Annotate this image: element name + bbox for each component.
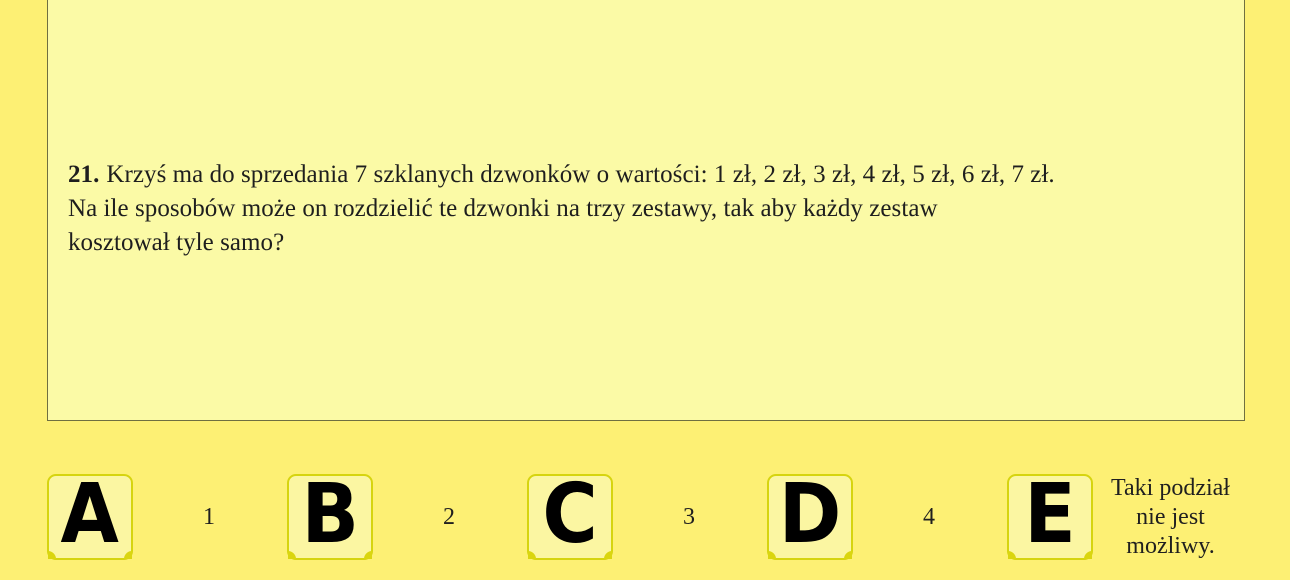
question-line-1: 21. Krzyś ma do sprzedania 7 szklanych dz… bbox=[68, 158, 1238, 192]
answer-text-c: 3 bbox=[683, 504, 695, 530]
answer-letter-b: B bbox=[301, 467, 359, 562]
answer-option-b[interactable]: B bbox=[287, 474, 373, 560]
answer-button-a[interactable]: A bbox=[47, 474, 133, 560]
answer-text-a: 1 bbox=[203, 504, 215, 530]
answer-option-e[interactable]: E bbox=[1007, 474, 1093, 560]
answer-option-c[interactable]: C bbox=[527, 474, 613, 560]
question-panel: 21. Krzyś ma do sprzedania 7 szklanych dz… bbox=[47, 0, 1245, 421]
question-line-2: Na ile sposobów może on rozdzielić te dz… bbox=[68, 195, 938, 222]
answer-text-e-line-2: nie jest bbox=[1136, 504, 1205, 530]
answer-option-a[interactable]: A bbox=[47, 474, 133, 560]
answer-option-d[interactable]: D bbox=[767, 474, 853, 560]
answer-button-b[interactable]: B bbox=[287, 474, 373, 560]
question-number: 21. bbox=[68, 161, 100, 188]
answer-button-d[interactable]: D bbox=[767, 474, 853, 560]
answer-text-e-line-1: Taki podział bbox=[1111, 475, 1230, 501]
answer-text-d: 4 bbox=[923, 504, 935, 530]
question-line-3: kosztował tyle samo? bbox=[68, 229, 285, 256]
answer-letter-e: E bbox=[1024, 467, 1076, 562]
answer-text-e-line-3: możliwy. bbox=[1126, 533, 1215, 559]
answer-text-e: Taki podział nie jest możliwy. bbox=[1094, 474, 1247, 561]
answer-text-b: 2 bbox=[443, 504, 455, 530]
answer-button-c[interactable]: C bbox=[527, 474, 613, 560]
question-text: 21. Krzyś ma do sprzedania 7 szklanych dz… bbox=[68, 158, 1238, 260]
answer-letter-a: A bbox=[60, 467, 120, 562]
answer-button-e[interactable]: E bbox=[1007, 474, 1093, 560]
answer-letter-d: D bbox=[778, 467, 842, 562]
question-line-1-text: Krzyś ma do sprzedania 7 szklanych dzwon… bbox=[106, 161, 1055, 188]
answer-letter-c: C bbox=[542, 467, 598, 562]
